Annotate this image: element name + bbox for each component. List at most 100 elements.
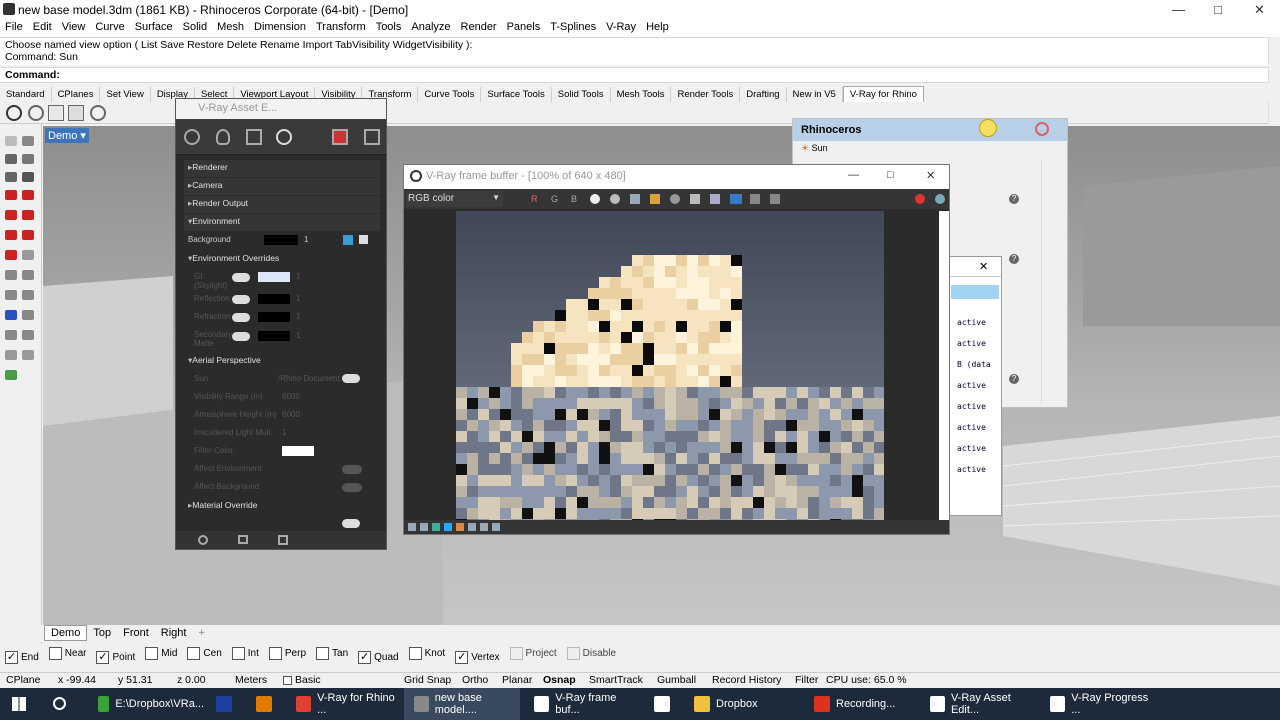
- taskbar-item[interactable]: V-Ray Progress ...: [1040, 688, 1156, 720]
- osnap-checkbox[interactable]: [566, 647, 580, 660]
- mesh-icon[interactable]: [22, 230, 34, 240]
- menu-transform[interactable]: Transform: [311, 20, 371, 33]
- render-icon[interactable]: [670, 194, 680, 204]
- open-image-icon[interactable]: [650, 194, 660, 204]
- section-camera[interactable]: Camera: [184, 178, 380, 195]
- snap-icon[interactable]: [5, 370, 17, 380]
- footer-tool-icon[interactable]: [420, 523, 428, 531]
- help-icon[interactable]: ?: [1009, 254, 1019, 264]
- progress-close-icon[interactable]: ✕: [979, 260, 988, 273]
- menu-help[interactable]: Help: [641, 20, 674, 33]
- footer-tool-icon[interactable]: [444, 523, 452, 531]
- gumball-toggle[interactable]: Gumball: [657, 674, 696, 686]
- units-label[interactable]: Meters: [235, 674, 267, 686]
- osnap-checkbox[interactable]: [509, 647, 523, 660]
- override-toggle[interactable]: [232, 313, 250, 322]
- tab-mesh-tools[interactable]: Mesh Tools: [611, 87, 672, 102]
- menu-vray[interactable]: V-Ray: [601, 20, 641, 33]
- select-arrow-icon[interactable]: [5, 136, 17, 146]
- tab-curve-tools[interactable]: Curve Tools: [418, 87, 482, 102]
- taskbar-item[interactable]: [206, 688, 242, 720]
- override-value[interactable]: 1: [296, 272, 300, 281]
- record-history-toggle[interactable]: Record History: [712, 674, 781, 686]
- scale-icon[interactable]: [5, 290, 17, 300]
- render-image[interactable]: [456, 211, 884, 523]
- frame-buffer-icon[interactable]: [364, 129, 380, 145]
- menu-file[interactable]: File: [0, 20, 28, 33]
- footer-tool-icon[interactable]: [432, 523, 440, 531]
- channel-b-button[interactable]: B: [571, 194, 577, 204]
- osnap-checkbox[interactable]: [187, 647, 201, 660]
- osnap-project[interactable]: Project: [505, 647, 557, 660]
- render-elements-icon[interactable]: [332, 129, 348, 145]
- vray-render-icon[interactable]: [6, 105, 22, 121]
- vfb-minimize-button[interactable]: —: [848, 169, 859, 181]
- history-icon[interactable]: [750, 194, 760, 204]
- vfb-maximize-button[interactable]: □: [887, 169, 894, 181]
- tab-cplanes[interactable]: CPlanes: [52, 87, 101, 102]
- vray-interactive-icon[interactable]: [28, 105, 44, 121]
- inscattered-light-value[interactable]: 1: [282, 428, 286, 437]
- osnap-end[interactable]: ✓ End: [0, 651, 39, 664]
- settings-gear-icon[interactable]: [276, 129, 292, 145]
- fillet-icon[interactable]: [22, 250, 34, 260]
- override-toggle[interactable]: [232, 273, 250, 282]
- minimize-button[interactable]: —: [1172, 2, 1185, 17]
- box-icon[interactable]: [5, 190, 17, 200]
- vray-asset-editor-icon[interactable]: [48, 105, 64, 121]
- footer-tool-icon[interactable]: [456, 523, 464, 531]
- osnap-checkbox[interactable]: [408, 647, 422, 660]
- grid-snap-toggle[interactable]: Grid Snap: [404, 674, 451, 686]
- panel-close-icon[interactable]: [1035, 122, 1049, 136]
- polyline-icon[interactable]: [22, 154, 34, 164]
- surface-icon[interactable]: [5, 210, 17, 220]
- menu-tsplines[interactable]: T-Splines: [545, 20, 601, 33]
- grey-circle-icon[interactable]: [610, 194, 620, 204]
- tab-top[interactable]: Top: [87, 626, 117, 640]
- visibility-range-value[interactable]: 6000: [282, 392, 300, 401]
- filter-color-swatch[interactable]: [282, 446, 314, 456]
- menu-curve[interactable]: Curve: [90, 20, 129, 33]
- white-circle-icon[interactable]: [590, 194, 600, 204]
- geometry-icon[interactable]: [246, 129, 262, 145]
- footer-tool-icon[interactable]: [468, 523, 476, 531]
- osnap-disable[interactable]: Disable: [562, 647, 616, 660]
- vray-frame-buffer-icon[interactable]: [68, 105, 84, 121]
- footer-tool-icon[interactable]: [408, 523, 416, 531]
- line-icon[interactable]: [5, 154, 17, 164]
- maximize-button[interactable]: □: [1214, 2, 1222, 17]
- windows-start-icon[interactable]: [12, 697, 26, 711]
- override-toggle[interactable]: [232, 332, 250, 341]
- taskbar-item[interactable]: V-Ray frame buf...: [524, 688, 640, 720]
- footer-tool-icon[interactable]: [480, 523, 488, 531]
- tab-render-tools[interactable]: Render Tools: [671, 87, 741, 102]
- layer-label[interactable]: Basic: [295, 674, 321, 686]
- osnap-checkbox[interactable]: ✓: [5, 651, 18, 664]
- osnap-checkbox[interactable]: [316, 647, 330, 660]
- teapot-icon[interactable]: [935, 194, 945, 204]
- stop-render-icon[interactable]: [915, 194, 925, 204]
- section-material-override[interactable]: Material Override: [184, 498, 380, 515]
- rhino-panel-scrollbar[interactable]: [1041, 159, 1053, 404]
- background-color-swatch[interactable]: [264, 235, 298, 245]
- search-icon[interactable]: [53, 697, 66, 710]
- menu-render[interactable]: Render: [456, 20, 502, 33]
- aerial-toggle[interactable]: [342, 374, 360, 383]
- vray-settings-icon[interactable]: [90, 105, 106, 121]
- zoom-icon[interactable]: [5, 350, 17, 360]
- osnap-point[interactable]: ✓ Point: [91, 651, 135, 664]
- ortho-toggle[interactable]: Ortho: [462, 674, 488, 686]
- cplane-label[interactable]: CPlane: [6, 674, 40, 686]
- section-aerial-perspective[interactable]: Aerial Perspective: [184, 353, 380, 370]
- vfb-scrollbar[interactable]: [939, 211, 949, 521]
- planar-toggle[interactable]: Planar: [502, 674, 532, 686]
- material-override-toggle[interactable]: [342, 519, 360, 528]
- menu-mesh[interactable]: Mesh: [212, 20, 249, 33]
- boolean-icon[interactable]: [5, 250, 17, 260]
- curve-icon[interactable]: [5, 172, 17, 182]
- osnap-int[interactable]: Int: [227, 647, 259, 660]
- taskbar-item[interactable]: Dropbox: [684, 688, 800, 720]
- command-line[interactable]: Command:: [0, 67, 1268, 83]
- taskbar-item[interactable]: E:\Dropbox\VRa...: [88, 688, 204, 720]
- region-icon[interactable]: [690, 194, 700, 204]
